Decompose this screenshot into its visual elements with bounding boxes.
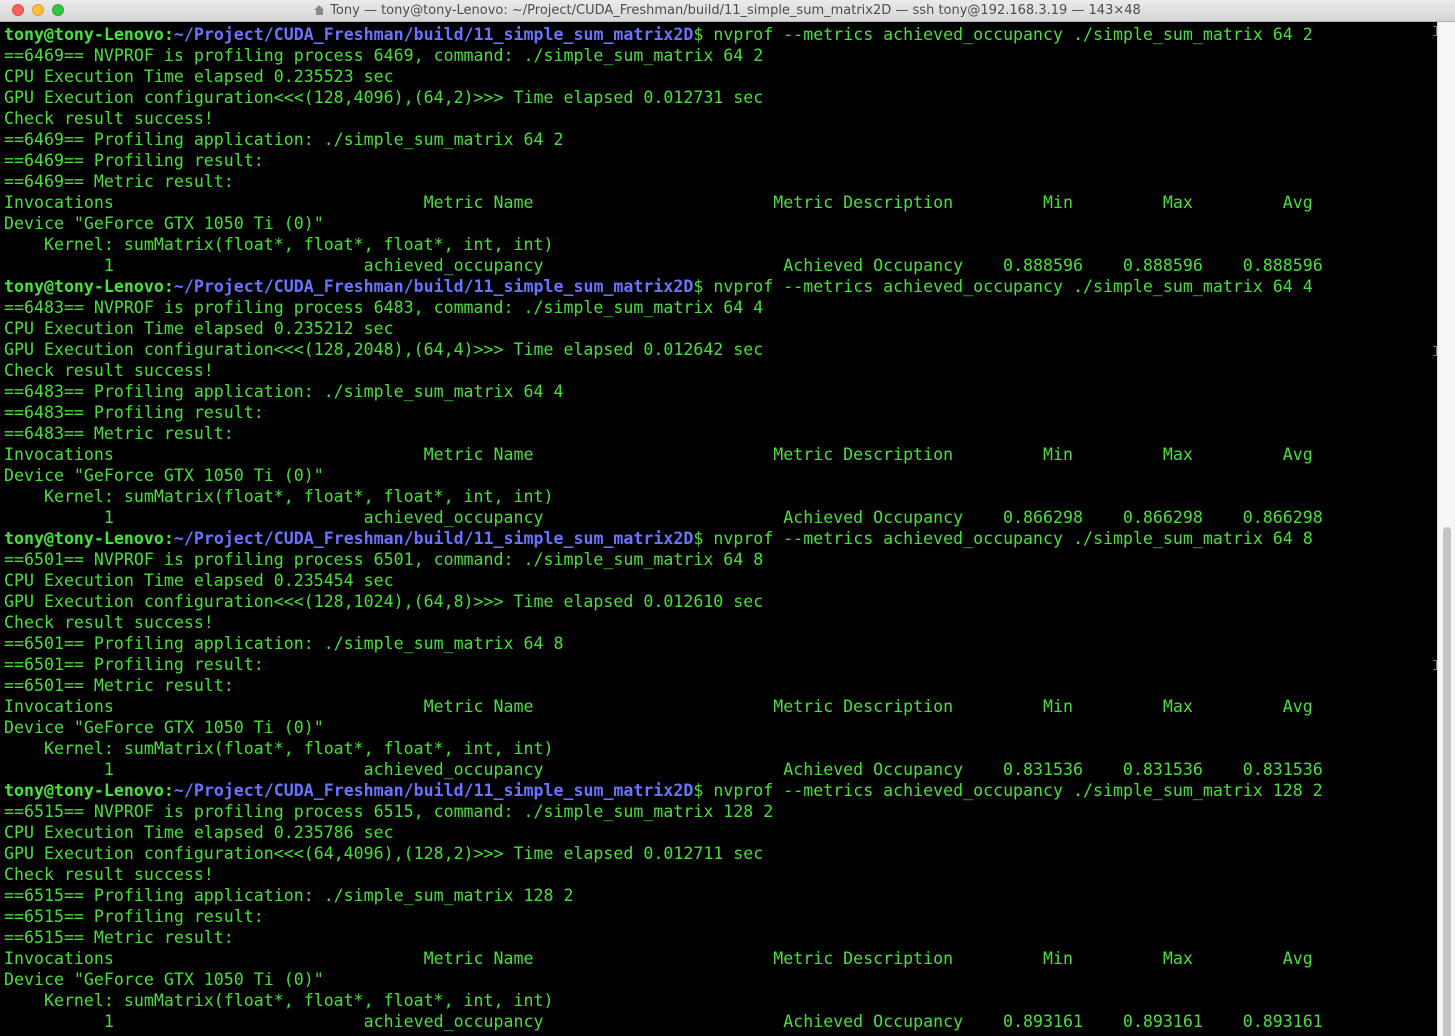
output-line: CPU Execution Time elapsed 0.235523 sec	[4, 67, 394, 86]
scrollbar[interactable]	[1437, 22, 1455, 1036]
output-line: CPU Execution Time elapsed 0.235454 sec	[4, 571, 394, 590]
output-line: CPU Execution Time elapsed 0.235786 sec	[4, 823, 394, 842]
prompt-end: $	[693, 781, 704, 800]
bookmark-marker	[1433, 660, 1437, 670]
output-line: Invocations Metric Name Metric Descripti…	[4, 949, 1313, 968]
prompt-line: tony@tony-Lenovo:~/Project/CUDA_Freshman…	[4, 780, 1323, 801]
output-line: ==6483== NVPROF is profiling process 648…	[4, 298, 764, 317]
bookmark-marker	[1433, 346, 1437, 356]
prompt-line: tony@tony-Lenovo:~/Project/CUDA_Freshman…	[4, 276, 1313, 297]
output-line: Device "GeForce GTX 1050 Ti (0)"	[4, 718, 324, 737]
output-line: GPU Execution configuration<<<(128,1024)…	[4, 592, 764, 611]
output-line: ==6515== Metric result:	[4, 928, 234, 947]
prompt-path: ~/Project/CUDA_Freshman/build/11_simple_…	[173, 781, 694, 800]
window-title-container: Tony — tony@tony-Lenovo: ~/Project/CUDA_…	[0, 3, 1455, 18]
prompt-user: tony@tony-Lenovo	[4, 277, 164, 296]
output-line: ==6483== Profiling application: ./simple…	[4, 382, 564, 401]
prompt-separator: :	[163, 781, 174, 800]
output-line: GPU Execution configuration<<<(64,4096),…	[4, 844, 764, 863]
output-line: ==6469== Profiling result:	[4, 151, 264, 170]
output-line: ==6515== NVPROF is profiling process 651…	[4, 802, 774, 821]
output-line: ==6501== Metric result:	[4, 676, 234, 695]
output-line: 1 achieved_occupancy Achieved Occupancy …	[4, 1012, 1323, 1031]
command-text: nvprof --metrics achieved_occupancy ./si…	[703, 25, 1313, 44]
prompt-path: ~/Project/CUDA_Freshman/build/11_simple_…	[173, 277, 694, 296]
output-line: Kernel: sumMatrix(float*, float*, float*…	[4, 991, 554, 1010]
prompt-separator: :	[163, 25, 174, 44]
output-line: Check result success!	[4, 613, 214, 632]
output-line: Check result success!	[4, 109, 214, 128]
output-line: 1 achieved_occupancy Achieved Occupancy …	[4, 256, 1323, 275]
output-line: Invocations Metric Name Metric Descripti…	[4, 697, 1313, 716]
output-line: ==6469== NVPROF is profiling process 646…	[4, 46, 764, 65]
command-text: nvprof --metrics achieved_occupancy ./si…	[703, 277, 1313, 296]
output-line: ==6469== Metric result:	[4, 172, 234, 191]
scrollbar-thumb[interactable]	[1443, 527, 1451, 1036]
output-line: Invocations Metric Name Metric Descripti…	[4, 445, 1313, 464]
prompt-end: $	[693, 529, 704, 548]
prompt-end: $	[693, 25, 704, 44]
prompt-path: ~/Project/CUDA_Freshman/build/11_simple_…	[173, 25, 694, 44]
output-line: ==6501== NVPROF is profiling process 650…	[4, 550, 764, 569]
output-line: 1 achieved_occupancy Achieved Occupancy …	[4, 508, 1323, 527]
home-icon	[314, 5, 325, 15]
prompt-user: tony@tony-Lenovo	[4, 25, 164, 44]
prompt-user: tony@tony-Lenovo	[4, 529, 164, 548]
output-line: ==6483== Profiling result:	[4, 403, 264, 422]
output-line: Kernel: sumMatrix(float*, float*, float*…	[4, 235, 554, 254]
output-line: Check result success!	[4, 361, 214, 380]
output-line: Kernel: sumMatrix(float*, float*, float*…	[4, 487, 554, 506]
bookmark-marker	[1433, 26, 1437, 36]
output-line: ==6515== Profiling application: ./simple…	[4, 886, 574, 905]
window-title: Tony — tony@tony-Lenovo: ~/Project/CUDA_…	[330, 3, 1141, 18]
prompt-line: tony@tony-Lenovo:~/Project/CUDA_Freshman…	[4, 24, 1313, 45]
terminal-output[interactable]: tony@tony-Lenovo:~/Project/CUDA_Freshman…	[0, 22, 1437, 1036]
output-line: Device "GeForce GTX 1050 Ti (0)"	[4, 214, 324, 233]
command-text: nvprof --metrics achieved_occupancy ./si…	[703, 529, 1313, 548]
output-line: Device "GeForce GTX 1050 Ti (0)"	[4, 970, 324, 989]
output-line: GPU Execution configuration<<<(128,4096)…	[4, 88, 764, 107]
output-line: CPU Execution Time elapsed 0.235212 sec	[4, 319, 394, 338]
output-line: ==6483== Metric result:	[4, 424, 234, 443]
output-line: ==6469== Profiling application: ./simple…	[4, 130, 564, 149]
output-line: ==6501== Profiling application: ./simple…	[4, 634, 564, 653]
output-line: 1 achieved_occupancy Achieved Occupancy …	[4, 760, 1323, 779]
title-bar[interactable]: Tony — tony@tony-Lenovo: ~/Project/CUDA_…	[0, 0, 1455, 22]
output-line: Kernel: sumMatrix(float*, float*, float*…	[4, 739, 554, 758]
output-line: ==6515== Profiling result:	[4, 907, 264, 926]
prompt-user: tony@tony-Lenovo	[4, 781, 164, 800]
prompt-line: tony@tony-Lenovo:~/Project/CUDA_Freshman…	[4, 528, 1313, 549]
terminal-window: Tony — tony@tony-Lenovo: ~/Project/CUDA_…	[0, 0, 1455, 1036]
output-line: ==6501== Profiling result:	[4, 655, 264, 674]
prompt-end: $	[693, 277, 704, 296]
command-text: nvprof --metrics achieved_occupancy ./si…	[703, 781, 1323, 800]
output-line: Device "GeForce GTX 1050 Ti (0)"	[4, 466, 324, 485]
prompt-separator: :	[163, 277, 174, 296]
output-line: GPU Execution configuration<<<(128,2048)…	[4, 340, 764, 359]
output-line: Invocations Metric Name Metric Descripti…	[4, 193, 1313, 212]
output-line: Check result success!	[4, 865, 214, 884]
prompt-path: ~/Project/CUDA_Freshman/build/11_simple_…	[173, 529, 694, 548]
prompt-separator: :	[163, 529, 174, 548]
